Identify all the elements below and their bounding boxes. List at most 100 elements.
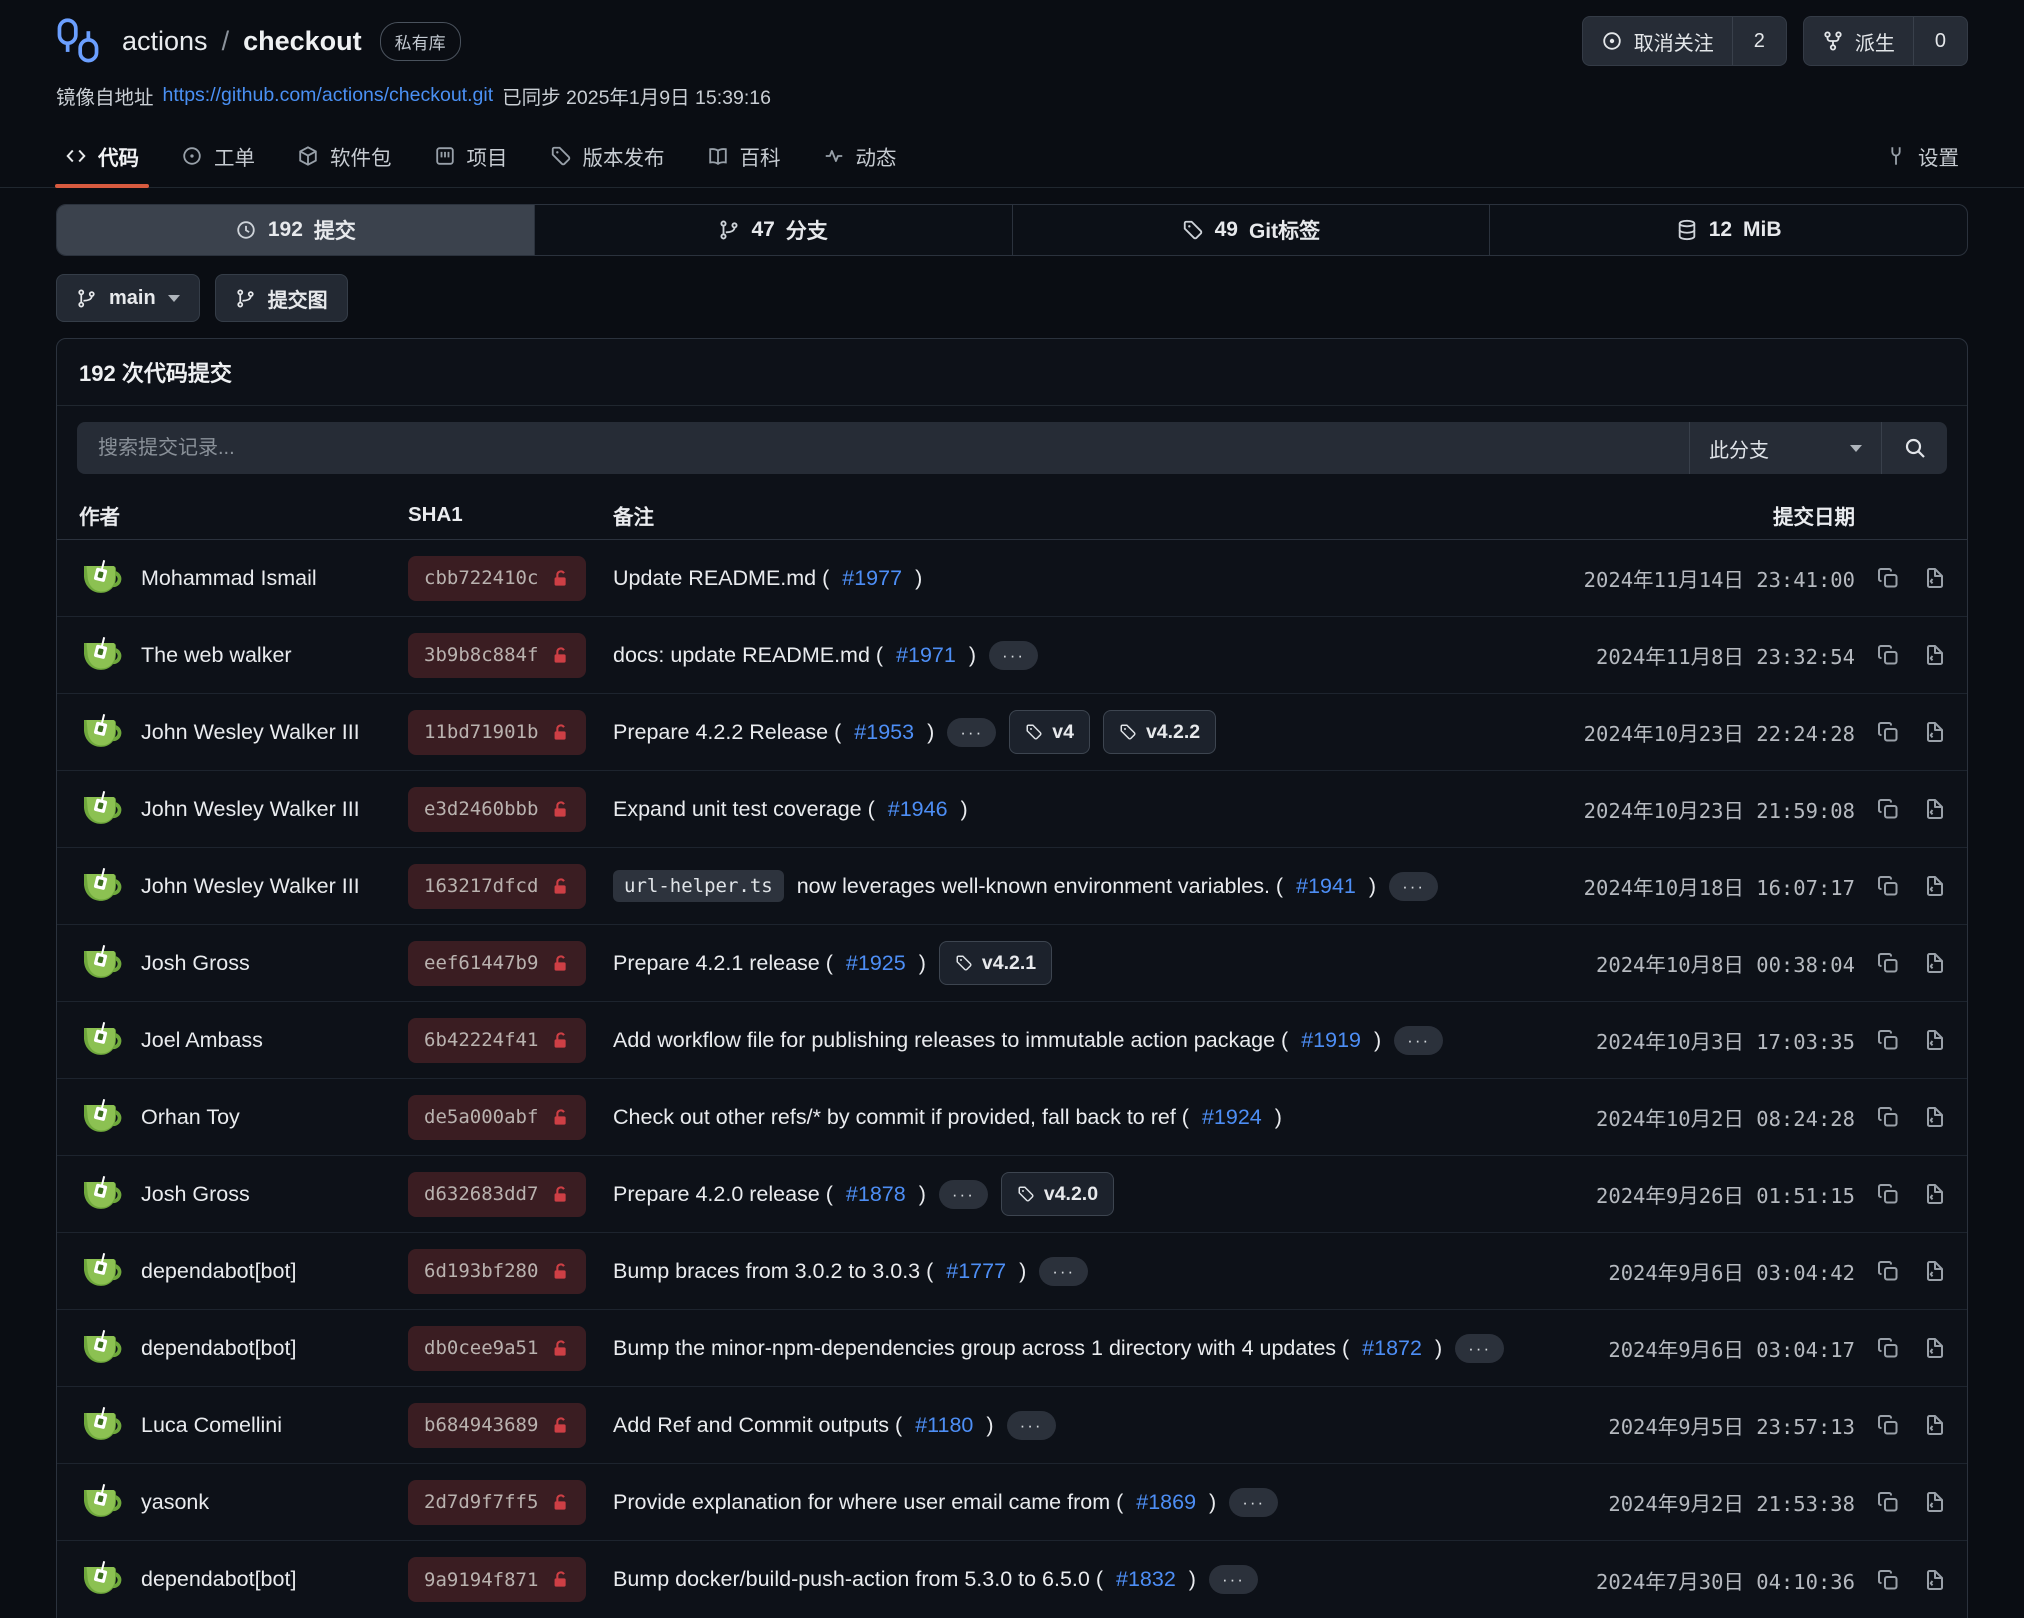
commit-author[interactable]: John Wesley Walker III: [141, 797, 360, 822]
fork-button[interactable]: 派生: [1804, 17, 1913, 65]
issue-link[interactable]: #1971: [896, 643, 956, 668]
expand-commit-button[interactable]: ···: [1229, 1488, 1278, 1517]
search-submit-button[interactable]: [1881, 422, 1947, 474]
stat-commits[interactable]: 192 提交: [57, 205, 534, 255]
branch-filter-dropdown[interactable]: 此分支: [1689, 422, 1881, 474]
commit-sha-badge[interactable]: 11bd71901b: [408, 710, 586, 755]
issue-link[interactable]: #1777: [946, 1259, 1006, 1284]
view-file-at-commit-button[interactable]: [1922, 1490, 1946, 1514]
view-file-at-commit-button[interactable]: [1922, 1336, 1946, 1360]
issue-link[interactable]: #1919: [1301, 1028, 1361, 1053]
commit-graph-button[interactable]: 提交图: [215, 274, 348, 322]
breadcrumb-owner-link[interactable]: actions: [122, 26, 208, 57]
commit-sha-badge[interactable]: d632683dd7: [408, 1172, 586, 1217]
expand-commit-button[interactable]: ···: [1007, 1411, 1056, 1440]
view-file-at-commit-button[interactable]: [1922, 720, 1946, 744]
tag-button[interactable]: v4.2.1: [939, 941, 1052, 985]
view-file-at-commit-button[interactable]: [1922, 797, 1946, 821]
stat-tags[interactable]: 49 Git标签: [1012, 205, 1490, 255]
copy-sha-button[interactable]: [1876, 643, 1900, 667]
commit-sha-badge[interactable]: 6b42224f41: [408, 1018, 586, 1063]
copy-sha-button[interactable]: [1876, 1413, 1900, 1437]
commit-author[interactable]: Joel Ambass: [141, 1028, 263, 1053]
issue-link[interactable]: #1869: [1136, 1490, 1196, 1515]
tag-button[interactable]: v4.2.2: [1103, 710, 1216, 754]
commit-author[interactable]: Orhan Toy: [141, 1105, 240, 1130]
copy-sha-button[interactable]: [1876, 1105, 1900, 1129]
expand-commit-button[interactable]: ···: [1394, 1026, 1443, 1055]
expand-commit-button[interactable]: ···: [947, 718, 996, 747]
commit-author[interactable]: Josh Gross: [141, 951, 250, 976]
view-file-at-commit-button[interactable]: [1922, 874, 1946, 898]
view-file-at-commit-button[interactable]: [1922, 1568, 1946, 1592]
commit-author[interactable]: Mohammad Ismail: [141, 566, 317, 591]
copy-sha-button[interactable]: [1876, 1259, 1900, 1283]
commit-sha-badge[interactable]: e3d2460bbb: [408, 787, 586, 832]
commit-author[interactable]: John Wesley Walker III: [141, 720, 360, 745]
commit-sha-badge[interactable]: 163217dfcd: [408, 864, 586, 909]
copy-sha-button[interactable]: [1876, 566, 1900, 590]
issue-link[interactable]: #1924: [1202, 1105, 1262, 1130]
view-file-at-commit-button[interactable]: [1922, 1259, 1946, 1283]
commit-author[interactable]: Josh Gross: [141, 1182, 250, 1207]
expand-commit-button[interactable]: ···: [1389, 872, 1438, 901]
copy-sha-button[interactable]: [1876, 720, 1900, 744]
issue-link[interactable]: #1977: [842, 566, 902, 591]
tab-issues[interactable]: 工单: [165, 124, 271, 187]
expand-commit-button[interactable]: ···: [989, 641, 1038, 670]
tab-code[interactable]: 代码: [49, 124, 155, 187]
commit-author[interactable]: dependabot[bot]: [141, 1259, 296, 1284]
view-file-at-commit-button[interactable]: [1922, 1105, 1946, 1129]
view-file-at-commit-button[interactable]: [1922, 566, 1946, 590]
branch-selector[interactable]: main: [56, 274, 200, 322]
tab-settings[interactable]: 设置: [1869, 124, 1975, 187]
commit-sha-badge[interactable]: db0cee9a51: [408, 1326, 586, 1371]
mirror-url-link[interactable]: https://github.com/actions/checkout.git: [163, 84, 494, 107]
expand-commit-button[interactable]: ···: [1209, 1565, 1258, 1594]
copy-sha-button[interactable]: [1876, 1490, 1900, 1514]
stat-branches[interactable]: 47 分支: [534, 205, 1012, 255]
commit-sha-badge[interactable]: b684943689: [408, 1403, 586, 1448]
issue-link[interactable]: #1878: [846, 1182, 906, 1207]
issue-link[interactable]: #1941: [1296, 874, 1356, 899]
commit-sha-badge[interactable]: 9a9194f871: [408, 1557, 586, 1602]
view-file-at-commit-button[interactable]: [1922, 643, 1946, 667]
expand-commit-button[interactable]: ···: [1039, 1257, 1088, 1286]
commit-author[interactable]: The web walker: [141, 643, 292, 668]
breadcrumb-repo-link[interactable]: checkout: [243, 26, 362, 57]
commit-author[interactable]: dependabot[bot]: [141, 1336, 296, 1361]
issue-link[interactable]: #1832: [1116, 1567, 1176, 1592]
issue-link[interactable]: #1925: [846, 951, 906, 976]
copy-sha-button[interactable]: [1876, 797, 1900, 821]
commit-sha-badge[interactable]: 6d193bf280: [408, 1249, 586, 1294]
commit-sha-badge[interactable]: eef61447b9: [408, 941, 586, 986]
issue-link[interactable]: #1953: [854, 720, 914, 745]
forks-count[interactable]: 0: [1913, 17, 1967, 65]
commit-sha-badge[interactable]: cbb722410c: [408, 556, 586, 601]
expand-commit-button[interactable]: ···: [1455, 1334, 1504, 1363]
copy-sha-button[interactable]: [1876, 951, 1900, 975]
stat-size[interactable]: 12 MiB: [1489, 205, 1967, 255]
issue-link[interactable]: #1180: [915, 1413, 973, 1438]
commit-author[interactable]: yasonk: [141, 1490, 209, 1515]
copy-sha-button[interactable]: [1876, 1028, 1900, 1052]
expand-commit-button[interactable]: ···: [939, 1180, 988, 1209]
tab-releases[interactable]: 版本发布: [534, 124, 681, 187]
commit-author[interactable]: John Wesley Walker III: [141, 874, 360, 899]
tab-projects[interactable]: 项目: [418, 124, 524, 187]
view-file-at-commit-button[interactable]: [1922, 1028, 1946, 1052]
commit-sha-badge[interactable]: 2d7d9f7ff5: [408, 1480, 586, 1525]
tab-wiki[interactable]: 百科: [691, 124, 797, 187]
commit-author[interactable]: dependabot[bot]: [141, 1567, 296, 1592]
issue-link[interactable]: #1946: [888, 797, 948, 822]
commit-author[interactable]: Luca Comellini: [141, 1413, 282, 1438]
view-file-at-commit-button[interactable]: [1922, 1182, 1946, 1206]
view-file-at-commit-button[interactable]: [1922, 1413, 1946, 1437]
tab-packages[interactable]: 软件包: [281, 124, 408, 187]
copy-sha-button[interactable]: [1876, 1568, 1900, 1592]
copy-sha-button[interactable]: [1876, 1336, 1900, 1360]
issue-link[interactable]: #1872: [1362, 1336, 1422, 1361]
tab-activity[interactable]: 动态: [807, 124, 913, 187]
view-file-at-commit-button[interactable]: [1922, 951, 1946, 975]
watchers-count[interactable]: 2: [1732, 17, 1786, 65]
